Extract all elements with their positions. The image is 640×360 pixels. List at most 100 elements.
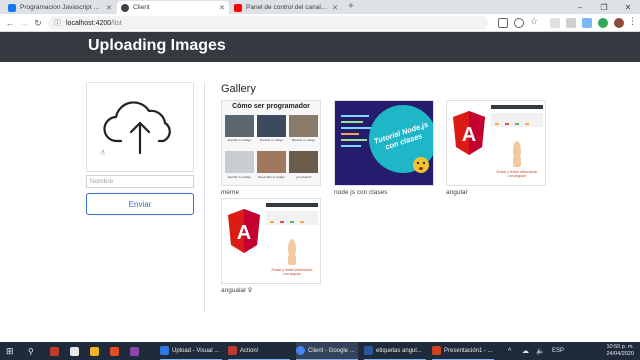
facebook-icon [8, 3, 16, 12]
browser-tab-1[interactable]: Client ✕ [117, 1, 229, 14]
browser-toolbar: ← → ↻ ⓘ localhost:4200/list ☆ ⋮ [0, 14, 640, 32]
taskbar-app[interactable] [110, 342, 122, 360]
send-button[interactable]: Enviar [86, 193, 194, 215]
folder-icon [90, 346, 99, 356]
name-input[interactable] [86, 175, 194, 188]
thumb-text: Cómo ser programador [232, 103, 310, 110]
reload-icon[interactable]: ↻ [32, 17, 44, 29]
cloud-upload-icon [103, 101, 171, 155]
extension-icon[interactable] [550, 18, 560, 28]
minimize-button[interactable]: – [568, 0, 592, 14]
menu-icon[interactable]: ⋮ [628, 16, 637, 26]
gallery-image[interactable]: Tutorial Node.jscon clases [334, 100, 434, 186]
forward-icon[interactable]: → [18, 17, 30, 29]
app-icon [50, 346, 59, 356]
clock[interactable]: 10:50 p. m. 24/04/2020 [606, 344, 634, 358]
taskbar-app-powerpoint[interactable]: Presentación1 - ... [432, 342, 494, 360]
taskbar-app[interactable] [70, 342, 82, 360]
taskbar-app-chrome[interactable]: Client - Google ... [296, 342, 358, 360]
url-path: /list [111, 19, 122, 27]
svg-text:A: A [237, 222, 251, 244]
language-indicator[interactable]: ESP [552, 342, 564, 360]
taskbar-app[interactable] [50, 342, 62, 360]
taskbar-label: Presentación1 - ... [444, 347, 493, 354]
extension-icon[interactable] [566, 18, 576, 28]
thumb-art: A Enviar y recibir información con angula… [222, 199, 320, 283]
zoom-icon[interactable] [514, 18, 524, 28]
clock-time: 10:50 p. m. [606, 344, 634, 350]
youtube-icon [234, 3, 242, 12]
gallery-caption: angualar 9 [221, 287, 252, 294]
taskbar-label: Action! [240, 347, 259, 354]
close-tab-icon[interactable]: ✕ [332, 4, 338, 12]
tab-title: Client [133, 4, 150, 11]
translate-icon[interactable] [498, 18, 508, 28]
browser-tab-2[interactable]: Panel de control del canal - YouTu... ✕ [230, 1, 342, 14]
tab-title: Programacion Javascript desde 0... [20, 4, 102, 11]
hand-cursor-icon: ☝ [100, 148, 105, 157]
image-upload-area[interactable] [86, 82, 194, 172]
taskbar: ⊞ ⚲ Upload - Visual ... Action! Client -… [0, 342, 640, 360]
taskbar-app-word[interactable]: etiquetas angul... [364, 342, 426, 360]
taskbar-label: Upload - Visual ... [172, 347, 220, 354]
taskbar-app[interactable] [130, 342, 142, 360]
thumb-text: Mostrar tu código [291, 138, 316, 142]
gallery-card[interactable]: Cómo ser programador Escribir tu código … [221, 100, 321, 196]
clock-date: 24/04/2020 [606, 351, 634, 357]
word-icon [364, 346, 373, 355]
info-icon[interactable]: ⓘ [54, 18, 61, 28]
close-tab-icon[interactable]: ✕ [106, 4, 112, 12]
chrome-icon [296, 346, 305, 355]
page-title: Uploading Images [88, 37, 226, 54]
gallery-image[interactable]: A Enviar y recibir información con angula… [446, 100, 546, 186]
restore-button[interactable]: ❐ [592, 0, 616, 14]
app-icon [110, 346, 119, 356]
volume-icon[interactable]: 🔈 [536, 342, 545, 360]
powerpoint-icon [432, 346, 441, 355]
extension-icon[interactable] [582, 18, 592, 28]
column-divider [204, 82, 205, 312]
browser-tab-0[interactable]: Programacion Javascript desde 0... ✕ [4, 1, 116, 14]
url-host: localhost:4200 [66, 19, 112, 27]
close-window-button[interactable]: ✕ [616, 0, 640, 14]
thumb-text: Escribir tu código [227, 138, 251, 142]
browser-tabbar: Programacion Javascript desde 0... ✕ Cli… [0, 0, 640, 14]
gallery-title: Gallery [221, 83, 256, 95]
app-icon [70, 346, 79, 356]
network-icon[interactable]: ☁ [522, 342, 529, 360]
search-icon[interactable]: ⚲ [28, 342, 34, 360]
thumb-text: ¿Funciona? [295, 175, 312, 179]
gallery-image[interactable]: A Enviar y recibir información con angula… [221, 198, 321, 284]
gallery-card[interactable]: A Enviar y recibir información con angula… [221, 198, 321, 294]
gallery-card[interactable]: Tutorial Node.jscon clases node js con c… [334, 100, 434, 196]
close-tab-icon[interactable]: ✕ [219, 4, 225, 12]
app-icon [130, 346, 139, 356]
extension-icon[interactable] [598, 18, 608, 28]
taskbar-label: etiquetas angul... [376, 347, 422, 354]
gallery-image[interactable]: Cómo ser programador Escribir tu código … [221, 100, 321, 186]
thumb-art: A Enviar y recibir información con angula… [447, 101, 545, 185]
new-tab-button[interactable]: + [348, 1, 354, 12]
svg-text:A: A [462, 124, 476, 146]
address-bar[interactable]: ⓘ localhost:4200/list [48, 16, 488, 30]
vscode-icon [160, 346, 169, 355]
taskbar-label: Client - Google ... [308, 347, 355, 354]
thumb-text: Escribir tu código [227, 175, 251, 179]
avatar[interactable] [614, 18, 624, 28]
app-navbar: Uploading Images [0, 32, 640, 62]
action-icon [228, 346, 237, 355]
start-icon[interactable]: ⊞ [6, 342, 14, 360]
angular-icon [121, 3, 129, 12]
gallery-caption: meme [221, 189, 240, 196]
thumb-text: Reescribir tu código [258, 175, 285, 179]
tray-chevron-icon[interactable]: ^ [508, 342, 511, 360]
tab-title: Panel de control del canal - YouTu... [246, 4, 328, 11]
thumb-art: Tutorial Node.jscon clases [335, 101, 433, 185]
taskbar-app-action[interactable]: Action! [228, 342, 290, 360]
taskbar-app[interactable] [90, 342, 102, 360]
gallery-caption: angular [446, 189, 468, 196]
bookmark-star-icon[interactable]: ☆ [530, 16, 540, 26]
taskbar-app-vscode[interactable]: Upload - Visual ... [160, 342, 222, 360]
gallery-card[interactable]: A Enviar y recibir información con angula… [446, 100, 546, 196]
back-icon[interactable]: ← [4, 17, 16, 29]
